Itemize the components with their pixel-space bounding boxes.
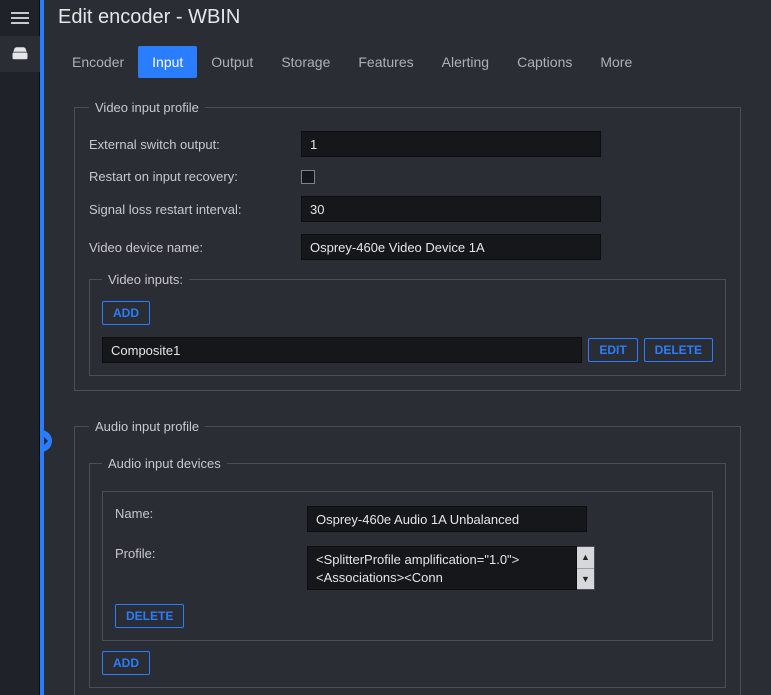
- external-switch-label: External switch output:: [89, 137, 289, 152]
- video-input-item[interactable]: [102, 337, 582, 363]
- tab-bar: Encoder Input Output Storage Features Al…: [44, 38, 771, 78]
- menu-icon: [11, 12, 29, 24]
- video-inputs-add-button[interactable]: ADD: [102, 301, 150, 325]
- audio-device-item: Name: Profile: ▲ ▼ DELETE: [102, 491, 713, 641]
- video-inputs-group: Video inputs: ADD EDIT DELETE: [89, 272, 726, 376]
- profile-spinner: ▲ ▼: [577, 546, 595, 590]
- signal-loss-input[interactable]: [301, 196, 601, 222]
- tab-output[interactable]: Output: [197, 46, 267, 78]
- audio-input-profile-group: Audio input profile Audio input devices …: [74, 419, 741, 695]
- video-input-edit-button[interactable]: EDIT: [588, 338, 637, 362]
- video-input-profile-group: Video input profile External switch outp…: [74, 100, 741, 391]
- tab-encoder[interactable]: Encoder: [58, 46, 138, 78]
- audio-devices-group: Audio input devices Name: Profile: ▲ ▼: [89, 456, 726, 688]
- audio-profile-textarea[interactable]: [307, 546, 577, 590]
- audio-name-label: Name:: [115, 506, 295, 521]
- video-device-label: Video device name:: [89, 240, 289, 255]
- content-area: Video input profile External switch outp…: [44, 78, 771, 695]
- video-input-delete-button[interactable]: DELETE: [644, 338, 713, 362]
- audio-devices-title: Audio input devices: [102, 456, 227, 471]
- tab-alerting[interactable]: Alerting: [428, 46, 503, 78]
- external-switch-input[interactable]: [301, 131, 601, 157]
- audio-profile-label: Profile:: [115, 546, 295, 561]
- video-device-input[interactable]: [301, 234, 601, 260]
- profile-spin-up[interactable]: ▲: [577, 547, 594, 569]
- video-input-row: EDIT DELETE: [102, 337, 713, 363]
- page-title: Edit encoder - WBIN: [44, 0, 771, 38]
- menu-button[interactable]: [0, 0, 40, 36]
- audio-name-input[interactable]: [307, 506, 587, 532]
- main-panel: Edit encoder - WBIN Encoder Input Output…: [44, 0, 771, 695]
- tab-captions[interactable]: Captions: [503, 46, 586, 78]
- signal-loss-label: Signal loss restart interval:: [89, 202, 289, 217]
- tab-more[interactable]: More: [586, 46, 646, 78]
- tab-input[interactable]: Input: [138, 46, 197, 78]
- restart-recovery-label: Restart on input recovery:: [89, 169, 289, 184]
- profile-spin-down[interactable]: ▼: [577, 569, 594, 590]
- video-group-title: Video input profile: [89, 100, 205, 115]
- tab-storage[interactable]: Storage: [267, 46, 344, 78]
- encoder-nav-button[interactable]: [0, 36, 40, 72]
- left-rail: [0, 0, 40, 695]
- restart-recovery-checkbox[interactable]: [301, 170, 315, 184]
- accent-stripe: [40, 0, 44, 695]
- audio-device-add-button[interactable]: ADD: [102, 651, 150, 675]
- disk-icon: [11, 45, 29, 63]
- tab-features[interactable]: Features: [344, 46, 427, 78]
- audio-device-delete-button[interactable]: DELETE: [115, 604, 184, 628]
- video-inputs-title: Video inputs:: [102, 272, 189, 287]
- audio-group-title: Audio input profile: [89, 419, 205, 434]
